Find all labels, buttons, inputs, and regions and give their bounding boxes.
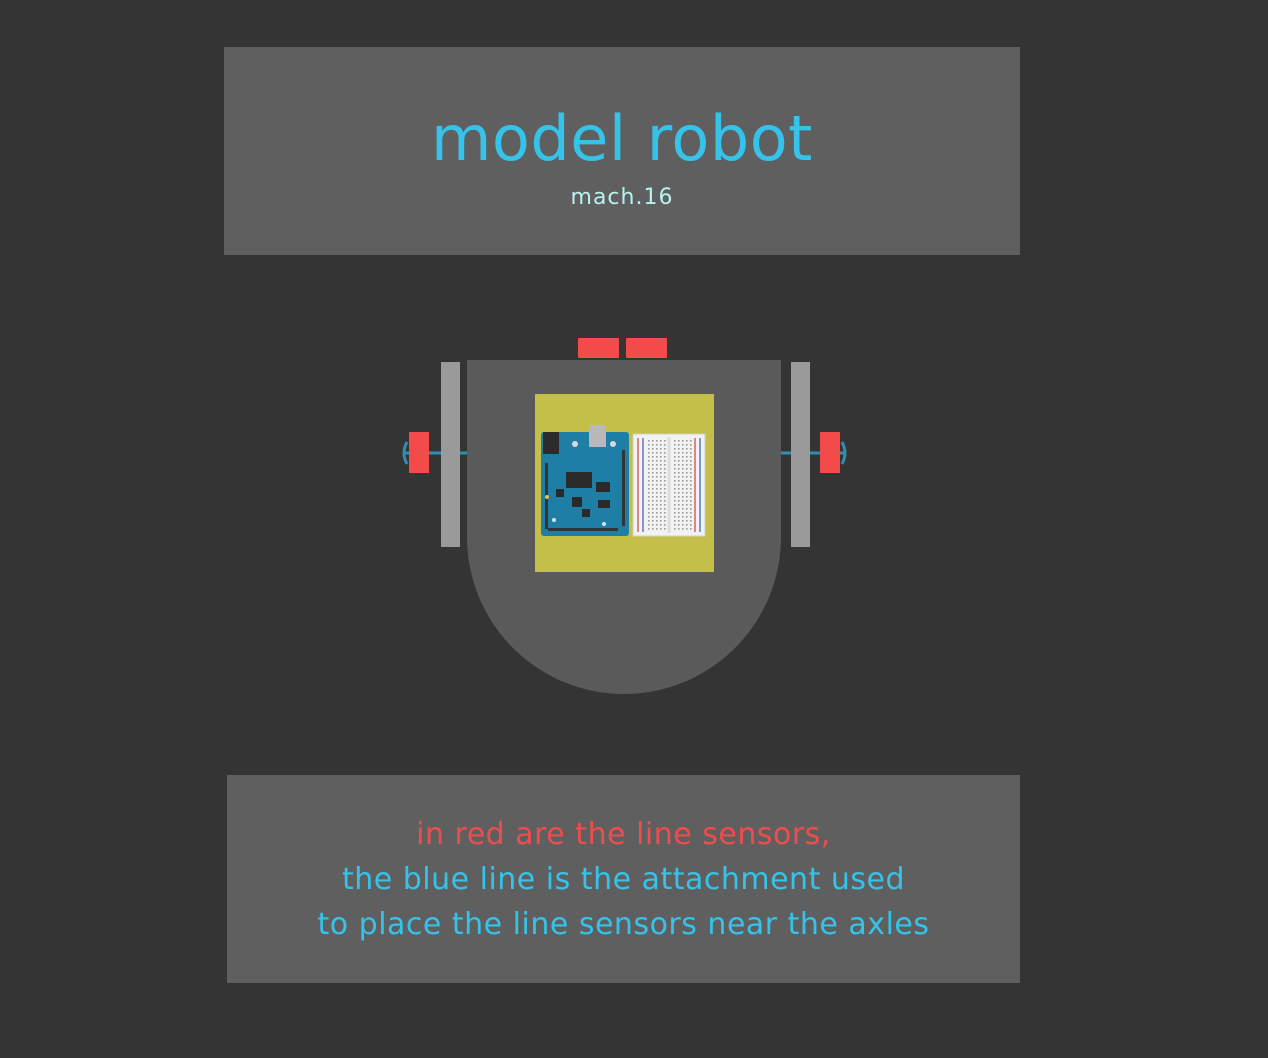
caption-panel: in red are the line sensors, the blue li… (227, 775, 1020, 983)
caption-sensors-note: in red are the line sensors, (416, 817, 831, 852)
wheel-right (791, 362, 810, 547)
breadboard-icon (632, 433, 706, 537)
arduino-board-icon (541, 425, 629, 536)
line-sensor-front-left (578, 338, 619, 358)
line-sensor-side-left (409, 432, 429, 473)
caption-attachment-note: the blue line is the attachment used (341, 862, 906, 897)
wheel-left (441, 362, 460, 547)
caption-attachment-purpose: to place the line sensors near the axles (317, 907, 930, 942)
line-sensor-front-right (626, 338, 667, 358)
line-sensor-side-right (820, 432, 840, 473)
page: model robot mach.16 in red are the line … (0, 0, 1268, 1058)
